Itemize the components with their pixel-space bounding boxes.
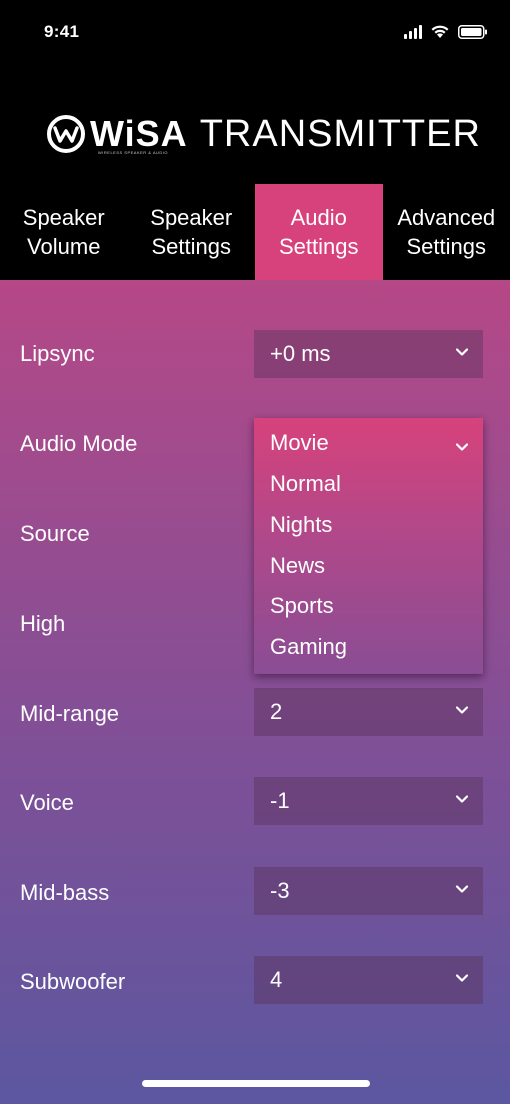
chevron-down-icon	[455, 974, 469, 982]
subwoofer-select[interactable]: 4	[254, 956, 483, 1004]
wisa-logo-icon	[47, 115, 85, 153]
lipsync-label: Lipsync	[20, 341, 95, 366]
mid-bass-select[interactable]: -3	[254, 867, 483, 915]
chevron-down-icon	[455, 706, 469, 714]
home-indicator[interactable]	[142, 1080, 370, 1087]
lipsync-select[interactable]: +0 ms	[254, 330, 483, 378]
status-bar: 9:41	[0, 0, 510, 66]
audio-mode-option-movie[interactable]: Movie	[270, 429, 329, 457]
audio-mode-option-gaming[interactable]: Gaming	[270, 633, 347, 661]
audio-mode-dropdown[interactable]: Movie Normal Nights News Sports Gaming	[254, 418, 483, 674]
status-icons	[404, 24, 488, 39]
audio-mode-label: Audio Mode	[20, 431, 138, 456]
high-label: High	[20, 611, 66, 636]
subwoofer-label: Subwoofer	[20, 969, 126, 994]
wisa-logo: WiSA TRANSMITTER WIRELESS SPEAKER & AUDI…	[46, 113, 481, 155]
audio-mode-option-nights[interactable]: Nights	[270, 511, 332, 539]
lipsync-value: +0 ms	[270, 341, 331, 366]
chevron-down-icon	[455, 348, 469, 356]
chevron-down-icon	[455, 885, 469, 893]
app-title: TRANSMITTER	[199, 113, 481, 155]
tab-bar: Speaker Volume Speaker Settings Audio Setti…	[0, 184, 510, 280]
chevron-down-icon	[455, 795, 469, 803]
source-label: Source	[20, 521, 90, 546]
tab-label-line1: Advanced	[397, 205, 496, 230]
mid-range-select[interactable]: 2	[254, 688, 483, 736]
voice-label: Voice	[20, 790, 74, 815]
subwoofer-value: 4	[270, 967, 283, 992]
app-header: WiSA TRANSMITTER WIRELESS SPEAKER & AUDI…	[0, 66, 510, 184]
logo-brand: WiSA	[90, 113, 188, 154]
tab-label-line2: Settings	[151, 234, 231, 259]
app-screen: 9:41 WiSA TRANSMITTER WIRELESS SPEAKER &…	[0, 0, 510, 1104]
audio-mode-option-sports[interactable]: Sports	[270, 592, 334, 620]
mid-bass-value: -3	[270, 878, 290, 903]
tab-label-line1: Speaker	[150, 205, 233, 230]
battery-icon	[458, 24, 488, 39]
wifi-icon	[430, 24, 450, 39]
mid-range-value: 2	[270, 699, 283, 724]
status-time: 9:41	[44, 22, 80, 41]
tab-label-line2: Settings	[279, 234, 359, 259]
chevron-down-icon[interactable]	[455, 440, 469, 454]
tab-label-line2: Volume	[27, 234, 101, 259]
signal-icon	[404, 24, 422, 39]
tab-label-line1: Audio	[290, 205, 347, 230]
tab-audio-settings[interactable]: Audio Settings	[255, 184, 383, 280]
tab-label-line2: Settings	[406, 234, 486, 259]
voice-select[interactable]: -1	[254, 777, 483, 825]
tab-advanced-settings[interactable]: Advanced Settings	[383, 184, 510, 280]
mid-bass-label: Mid-bass	[20, 880, 110, 905]
voice-value: -1	[270, 788, 290, 813]
tab-label-line1: Speaker	[22, 205, 105, 230]
logo-tagline: WIRELESS SPEAKER & AUDIO	[98, 150, 169, 155]
mid-range-label: Mid-range	[20, 701, 120, 726]
tab-speaker-volume[interactable]: Speaker Volume	[0, 184, 128, 280]
tab-speaker-settings[interactable]: Speaker Settings	[128, 184, 256, 280]
audio-mode-option-news[interactable]: News	[270, 552, 325, 580]
audio-mode-option-normal[interactable]: Normal	[270, 470, 341, 498]
